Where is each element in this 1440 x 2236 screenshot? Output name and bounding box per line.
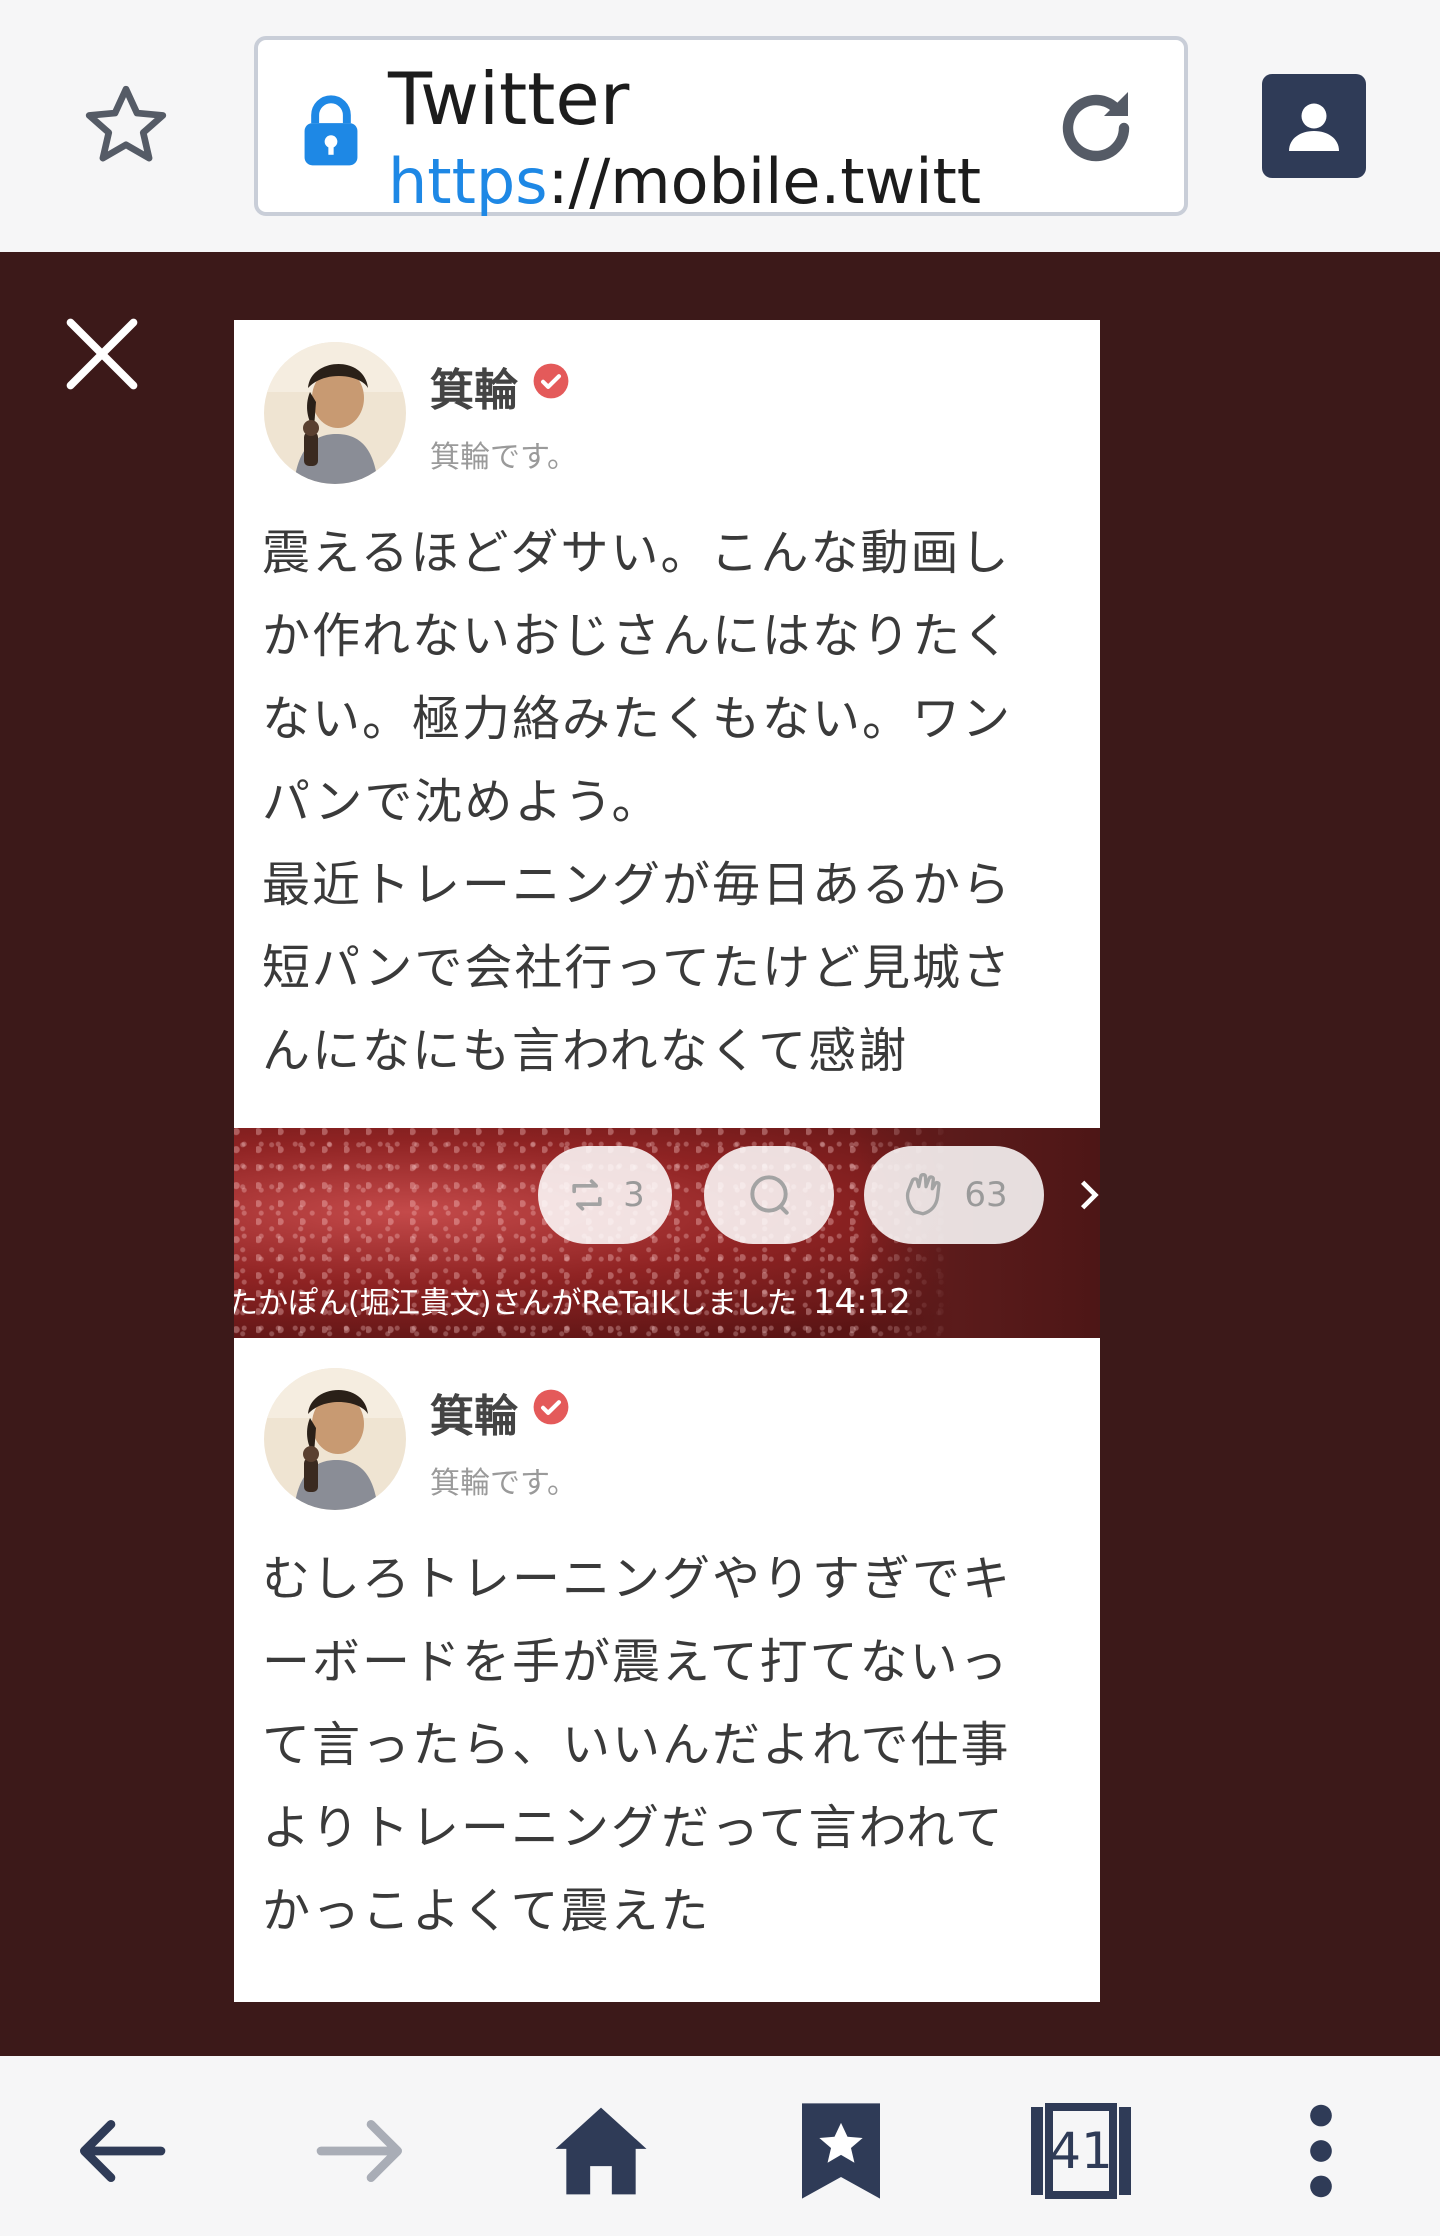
comment-button[interactable] [704,1146,834,1244]
avatar[interactable] [264,1368,406,1510]
url-host: ://mobile.twitt… [547,145,988,218]
retalk-caption: たかぽん(堀江貴文)さんがReTalkしました 14:12 [234,1278,911,1322]
clap-count: 63 [964,1175,1008,1215]
home-icon [555,2107,647,2195]
clap-icon [906,1173,941,1216]
retalk-count: 3 [623,1175,645,1215]
avatar-image [264,342,406,484]
retalk-time: 14:12 [812,1282,911,1322]
image-viewer: 箕輪 箕輪です。 震えるほどダサい。こんな動画し か作れないおじさんにはなりたく… [0,252,1440,2056]
post-text: むしろトレーニングやりすぎでキ ーボードを手が震えて打てないっ て言ったら、いい… [262,1551,1013,1939]
close-icon[interactable] [60,312,144,396]
lock-icon [304,95,358,166]
forward-button[interactable] [306,2096,416,2206]
back-arrow-icon [80,2120,166,2182]
tabs-button[interactable]: 41 [1026,2096,1136,2206]
chevron-right-icon[interactable] [1078,1178,1100,1212]
user-name: 箕輪 [430,1391,518,1442]
profile-icon [1289,103,1339,151]
bookmark-star-icon [802,2103,880,2199]
retalk-icon [572,1179,602,1211]
url-scheme: https [388,145,548,218]
home-button[interactable] [546,2096,656,2206]
browser-bottom-nav: 41 [0,2056,1440,2236]
avatar[interactable] [264,342,406,484]
browser-toolbar: Twitter https://mobile.twitt… [0,0,1440,252]
profile-button[interactable] [1262,74,1366,178]
forward-arrow-icon [316,2120,402,2182]
page-title: Twitter [388,57,630,141]
tab-count: 41 [1049,2122,1113,2180]
back-button[interactable] [66,2096,176,2206]
reload-icon[interactable] [1048,80,1144,176]
verified-badge-icon [533,363,569,399]
clap-button[interactable]: 63 [864,1146,1044,1244]
user-subtitle: 箕輪です。 [430,440,577,475]
post-text: 震えるほどダサい。こんな動画し か作れないおじさんにはなりたく ない。極力絡みた… [262,525,1013,1079]
more-vert-icon [1310,2104,1332,2198]
retalk-button[interactable]: 3 [538,1146,672,1244]
retalk-strip: 3 63 たかぽん(堀江貴文)さんがReTalkしました 14:12 [234,1128,1100,1338]
user-name: 箕輪 [430,365,518,416]
retalk-caption-text: たかぽん(堀江貴文)さんがReTalkしました [234,1286,797,1321]
user-subtitle: 箕輪です。 [430,1466,577,1501]
bookmarks-button[interactable] [786,2096,896,2206]
comment-icon [750,1175,789,1215]
verified-badge-icon [533,1389,569,1425]
menu-button[interactable] [1266,2096,1376,2206]
url-text: https://mobile.twitt… [388,144,988,220]
post-card: 箕輪 箕輪です。 むしろトレーニングやりすぎでキ ーボードを手が震えて打てないっ… [234,1338,1100,2002]
url-bar[interactable]: Twitter https://mobile.twitt… [254,36,1188,218]
bookmark-star-button[interactable] [72,72,180,180]
post-card: 箕輪 箕輪です。 震えるほどダサい。こんな動画し か作れないおじさんにはなりたく… [234,320,1100,1128]
star-outline-icon [85,85,167,162]
avatar-image [264,1368,406,1510]
